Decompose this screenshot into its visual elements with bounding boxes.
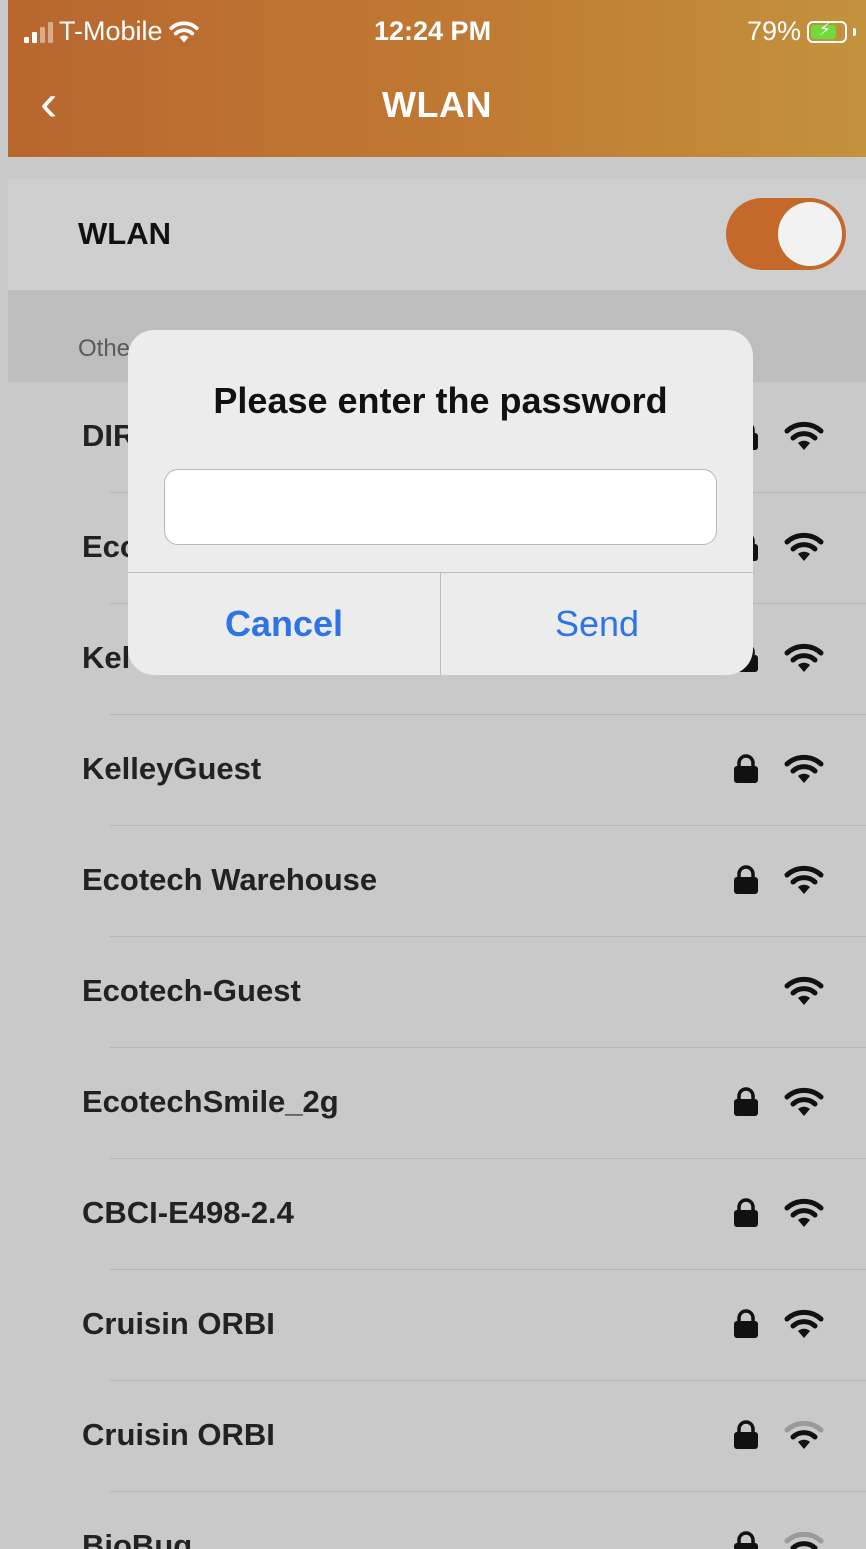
- charging-bolt-icon: ⚡: [819, 19, 831, 39]
- network-name: KelleyGuest: [82, 751, 262, 786]
- cellular-signal-icon: [24, 21, 53, 43]
- wifi-signal-icon: [784, 1530, 824, 1549]
- wifi-signal-icon: [784, 1419, 824, 1451]
- battery-icon: ⚡: [807, 19, 847, 43]
- battery-cap: [853, 27, 856, 36]
- battery-group: 79% ⚡: [747, 16, 856, 47]
- network-row[interactable]: Ecotech-Guest: [8, 937, 866, 1048]
- wifi-signal-icon: [784, 864, 824, 896]
- carrier-group: T-Mobile: [24, 16, 199, 47]
- wlan-toggle-row: WLAN: [8, 179, 866, 290]
- network-name: Cruisin ORBI: [82, 1417, 275, 1452]
- wlan-toggle-label: WLAN: [78, 216, 171, 251]
- lock-icon: [732, 754, 760, 784]
- section-label: Othe: [78, 335, 131, 362]
- wifi-signal-icon: [784, 1086, 824, 1118]
- network-name: EcotechSmile_2g: [82, 1084, 339, 1119]
- wifi-signal-icon: [784, 420, 824, 452]
- network-row[interactable]: KelleyGuest: [8, 715, 866, 826]
- network-name: CBCI-E498-2.4: [82, 1195, 294, 1230]
- wifi-signal-icon: [784, 642, 824, 674]
- wifi-signal-icon: [784, 1197, 824, 1229]
- wifi-signal-icon: [784, 1308, 824, 1340]
- cancel-button[interactable]: Cancel: [128, 573, 440, 675]
- wifi-signal-icon: [784, 531, 824, 563]
- network-row[interactable]: Ecotech Warehouse: [8, 826, 866, 937]
- network-row[interactable]: Cruisin ORBI: [8, 1270, 866, 1381]
- lock-icon: [732, 865, 760, 895]
- network-name: Kel: [82, 640, 131, 675]
- network-name: BioBug: [82, 1528, 193, 1549]
- network-name: Ecotech Warehouse: [82, 862, 378, 897]
- wifi-status-icon: [168, 20, 199, 42]
- network-row[interactable]: BioBug: [8, 1492, 866, 1549]
- lock-icon: [732, 1087, 760, 1117]
- network-row[interactable]: CBCI-E498-2.4: [8, 1159, 866, 1270]
- battery-percent: 79%: [746, 16, 801, 46]
- toggle-knob: [778, 202, 842, 266]
- lock-icon: [732, 1420, 760, 1450]
- page-title: WLAN: [382, 84, 492, 125]
- wifi-signal-icon: [784, 975, 824, 1007]
- network-name: Ecotech-Guest: [82, 973, 301, 1008]
- carrier-name: T-Mobile: [59, 16, 163, 46]
- send-button[interactable]: Send: [441, 573, 753, 675]
- lock-icon: [732, 1531, 760, 1549]
- network-name: Cruisin ORBI: [82, 1306, 275, 1341]
- wifi-signal-icon: [784, 753, 824, 785]
- lock-icon: [732, 1198, 760, 1228]
- password-dialog: Please enter the password Cancel Send: [128, 330, 753, 675]
- wlan-toggle-switch[interactable]: [726, 198, 846, 270]
- password-input[interactable]: [164, 469, 717, 545]
- status-time: 12:24 PM: [374, 16, 492, 46]
- lock-icon: [732, 1309, 760, 1339]
- app-header: T-Mobile 12:24 PM 79% ⚡ ‹ WLAN: [8, 0, 866, 157]
- status-bar: T-Mobile 12:24 PM 79% ⚡: [8, 16, 866, 52]
- dialog-title: Please enter the password: [213, 380, 668, 421]
- network-row[interactable]: EcotechSmile_2g: [8, 1048, 866, 1159]
- network-row[interactable]: Cruisin ORBI: [8, 1381, 866, 1492]
